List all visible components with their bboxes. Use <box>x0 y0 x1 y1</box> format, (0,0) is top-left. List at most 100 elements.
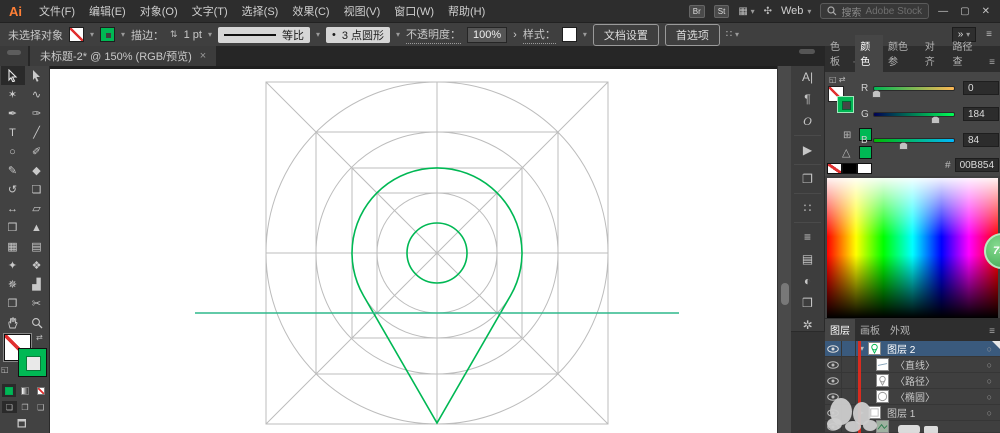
gradient-panel-icon[interactable]: ▤ <box>791 248 824 270</box>
layer-row-layer2[interactable]: ▾ 图层 2 ○ <box>825 340 1000 357</box>
panel-menu-icon[interactable]: ≡ <box>984 57 1000 72</box>
selection-tool[interactable] <box>0 66 25 85</box>
tab-color[interactable]: 颜色 <box>855 35 884 72</box>
arrange-documents-icon[interactable]: ▦ ▾ <box>738 6 754 17</box>
out-of-gamut-icon[interactable]: △ <box>842 146 850 159</box>
style-swatch[interactable] <box>561 27 577 42</box>
layer-name[interactable]: 图层 1 <box>887 405 915 420</box>
menu-select[interactable]: 选择(S) <box>242 3 279 19</box>
visibility-eye-icon[interactable] <box>825 340 842 357</box>
red-value[interactable]: 0 <box>963 81 999 95</box>
eraser-tool[interactable]: ◆ <box>25 161 49 180</box>
opacity-value[interactable]: 100% <box>467 26 508 43</box>
artboard-tool[interactable]: ❐ <box>1 294 25 313</box>
mesh-tool[interactable]: ▦ <box>1 237 25 256</box>
web-safe-icon[interactable]: ⊞ <box>843 130 851 141</box>
green-slider[interactable] <box>873 111 955 124</box>
transparency-panel-icon[interactable]: ◐ <box>791 270 824 292</box>
visibility-eye-icon[interactable] <box>825 356 842 373</box>
transform-panel-icon[interactable]: ∷ <box>791 197 824 219</box>
scale-tool[interactable]: ❏ <box>25 180 49 199</box>
menu-help[interactable]: 帮助(H) <box>448 3 485 19</box>
menu-edit[interactable]: 编辑(E) <box>89 3 126 19</box>
free-transform-tool[interactable]: ▱ <box>25 199 49 218</box>
lock-cell[interactable] <box>842 340 856 357</box>
tab-swatches[interactable]: 色板 <box>825 35 853 72</box>
touch-workspace-icon[interactable]: ✣ <box>764 6 772 17</box>
line-segment-tool[interactable]: ╱ <box>25 123 49 142</box>
none-mode-button[interactable] <box>34 384 48 397</box>
menu-file[interactable]: 文件(F) <box>39 3 75 19</box>
menu-window[interactable]: 窗口(W) <box>394 3 434 19</box>
fill-swatch[interactable] <box>69 27 84 42</box>
menu-effect[interactable]: 效果(C) <box>292 3 329 19</box>
tab-pathfinder[interactable]: 路径查 <box>948 35 985 72</box>
symbols-panel-icon[interactable]: ❒ <box>791 292 824 314</box>
bridge-icon[interactable]: Br <box>688 4 705 18</box>
blend-tool[interactable]: ❖ <box>25 256 49 275</box>
color-spectrum-picker[interactable] <box>827 178 998 318</box>
variable-width-profile[interactable]: 等比 <box>217 26 310 43</box>
direct-selection-tool[interactable] <box>25 66 49 85</box>
blue-value[interactable]: 84 <box>963 133 999 147</box>
minimize-button[interactable]: — <box>938 6 948 17</box>
gradient-tool[interactable]: ▤ <box>25 237 49 256</box>
pen-tool[interactable]: ✒ <box>1 104 25 123</box>
paintbrush-tool[interactable]: ✐ <box>25 142 49 161</box>
menu-type[interactable]: 文字(T) <box>192 3 228 19</box>
magic-wand-tool[interactable]: ✶ <box>1 85 25 104</box>
brush-definition[interactable]: • 3 点圆形 <box>325 26 391 43</box>
target-circle-icon[interactable]: ○ <box>987 408 992 418</box>
layer-name[interactable]: 〈椭圆〉 <box>895 389 935 404</box>
stroke-weight-value[interactable]: 1 pt <box>184 29 202 41</box>
color-mode-button[interactable] <box>2 384 16 397</box>
layer-name[interactable]: 〈直线〉 <box>895 357 935 372</box>
layer-thumbnail[interactable] <box>876 358 889 371</box>
restore-button[interactable]: ▢ <box>960 6 969 17</box>
default-fill-stroke-icon[interactable]: ◱ <box>1 365 9 374</box>
paragraph-panel-icon[interactable]: ¶ <box>791 88 824 110</box>
draw-inside-icon[interactable]: ❑ <box>33 401 48 413</box>
align-options-icon[interactable]: ∷ ▾ <box>726 29 739 40</box>
layer-row-line[interactable]: 〈直线〉 ○ <box>825 356 1000 373</box>
style-label[interactable]: 样式： <box>522 26 556 44</box>
vertical-scrollbar[interactable] <box>777 66 791 433</box>
opacity-more-arrow[interactable]: › <box>513 29 517 41</box>
stroke-stepper[interactable]: ⇅ <box>170 29 178 40</box>
gradient-mode-button[interactable] <box>18 384 32 397</box>
perspective-grid-tool[interactable]: ▲ <box>25 218 49 237</box>
panel-list-icon[interactable]: ≡ <box>986 29 992 40</box>
ellipse-tool[interactable]: ○ <box>1 142 25 161</box>
opentype-panel-icon[interactable]: O <box>791 110 824 132</box>
shape-builder-tool[interactable]: ❒ <box>1 218 25 237</box>
stock-search-input[interactable]: 搜索 Adobe Stock <box>820 3 930 19</box>
stock-icon[interactable]: St <box>713 4 730 18</box>
preferences-button[interactable]: 首选项 <box>664 23 720 46</box>
white-swatch[interactable] <box>857 163 872 174</box>
visibility-eye-icon[interactable] <box>825 372 842 389</box>
panel-menu-icon[interactable]: ≡ <box>984 326 1000 341</box>
hand-tool[interactable] <box>1 313 25 332</box>
layer-thumbnail[interactable] <box>876 420 889 433</box>
tab-layers[interactable]: 图层 <box>825 319 855 341</box>
color-stroke-well[interactable] <box>837 96 854 113</box>
pencil-tool[interactable]: ✎ <box>1 161 25 180</box>
red-slider[interactable] <box>872 85 955 98</box>
tab-color-guide[interactable]: 颜色参 <box>883 35 920 72</box>
export-panel-icon[interactable]: ❐ <box>791 168 824 190</box>
swap-fill-stroke-icon[interactable]: ⇄ <box>36 333 43 342</box>
none-swatch[interactable] <box>827 163 842 174</box>
document-tab[interactable]: 未标题-2* @ 150% (RGB/预览) × <box>30 46 217 66</box>
dock-header-handle[interactable] <box>799 49 815 54</box>
curvature-tool[interactable]: ✑ <box>25 104 49 123</box>
document-setup-button[interactable]: 文档设置 <box>592 23 659 46</box>
column-graph-tool[interactable]: ▟ <box>25 275 49 294</box>
blue-slider[interactable] <box>873 137 955 150</box>
menu-object[interactable]: 对象(O) <box>140 3 178 19</box>
layer-thumbnail[interactable] <box>868 342 881 355</box>
hex-value-field[interactable]: 00B854 <box>954 158 999 172</box>
actions-panel-icon[interactable]: ▶ <box>791 139 824 161</box>
mini-swap-icon[interactable]: ◱ ⇄ <box>829 75 845 84</box>
layer-name[interactable]: 图层 2 <box>887 341 915 356</box>
target-circle-icon[interactable]: ○ <box>987 392 992 402</box>
